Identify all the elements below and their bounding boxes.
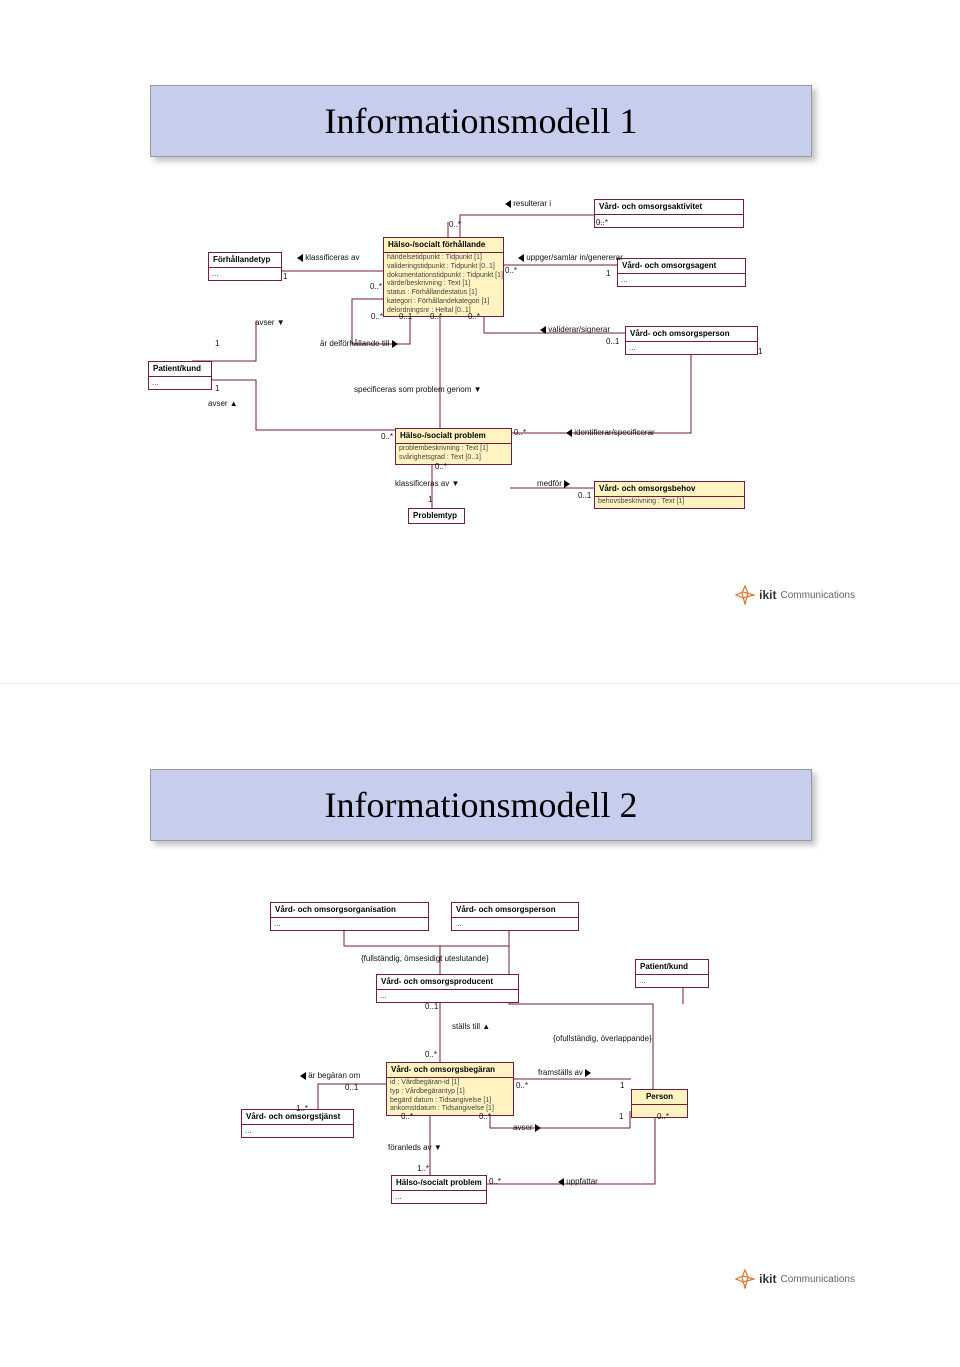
entity-vard-begaran: Vård- och omsorgsbegäran id : Vårdbegära… <box>386 1062 514 1116</box>
entity-vard-person: Vård- och omsorgsperson ... <box>451 902 579 931</box>
entity-halso-forhallande: Hälso-/socialt förhållande händelsetidpu… <box>383 237 504 317</box>
entity-halso-problem: Hälso-/socialt problem problembeskrivnin… <box>395 428 512 465</box>
label-avser: avser <box>513 1123 541 1132</box>
entity-vard-agent: Vård- och omsorgsagent ... <box>617 258 746 287</box>
label-stalls-till: ställs till ▲ <box>452 1022 490 1031</box>
label-foranleds: föranleds av ▼ <box>388 1143 442 1152</box>
label-delforhallande: är delförhållande till <box>320 339 398 348</box>
diagram-1: Förhållandetyp ... Patient/kund ... Häls… <box>0 0 960 683</box>
label-avser-up: avser ▲ <box>208 399 238 408</box>
slide-1: Informationsmodell 1 <box>0 0 960 684</box>
label-framstalls: framställs av <box>538 1068 591 1077</box>
label-uppfattar: uppfattar <box>558 1177 598 1186</box>
label-constraint1: {fullständig, ömsesidigt uteslutande} <box>361 954 489 963</box>
label-validerar: validerar/signerar <box>540 325 610 334</box>
logo: ikit Communications <box>735 1269 855 1289</box>
label-medfor: medför <box>537 479 570 488</box>
entity-vard-behov: Vård- och omsorgsbehov behovsbeskrivning… <box>594 481 745 509</box>
slide-2: Informationsmodell 2 Vård- och omsorgsor… <box>0 684 960 1367</box>
diagram-2: Vård- och omsorgsorganisation ... Vård- … <box>0 684 960 1367</box>
entity-patient-kund: Patient/kund ... <box>635 959 709 988</box>
logo: ikit Communications <box>735 585 855 605</box>
label-specificeras: specificeras som problem genom ▼ <box>354 385 482 394</box>
entity-vard-org: Vård- och omsorgsorganisation ... <box>270 902 429 931</box>
label-uppger: uppger/samlar in/genererar <box>518 253 623 262</box>
entity-vard-aktivitet: Vård- och omsorgsaktivitet ... <box>594 199 744 228</box>
label-identifierar: identifierar/specificerar <box>566 428 655 437</box>
entity-problemtyp: Problemtyp <box>408 508 465 524</box>
entity-halso-problem: Hälso-/socialt problem ... <box>391 1175 487 1204</box>
label-constraint2: {ofullständig, överlappande} <box>553 1034 652 1043</box>
entity-vard-person: Vård- och omsorgsperson ... <box>625 326 758 355</box>
label-ar-begaran: är begäran om <box>300 1071 360 1080</box>
label-resulterar: resulterar i <box>505 199 551 208</box>
entity-forhallandetyp: Förhållandetyp ... <box>208 252 282 281</box>
entity-vard-producent: Vård- och omsorgsproducent ... <box>376 974 519 1003</box>
entity-vard-tjanst: Vård- och omsorgstjänst ... <box>241 1109 354 1138</box>
connector-lines <box>0 0 960 683</box>
label-klassificeras: klassificeras av <box>297 253 359 262</box>
label-klass2: klassificeras av ▼ <box>395 479 459 488</box>
label-avser-down: avser ▼ <box>255 318 285 327</box>
entity-patient-kund: Patient/kund ... <box>148 361 212 390</box>
